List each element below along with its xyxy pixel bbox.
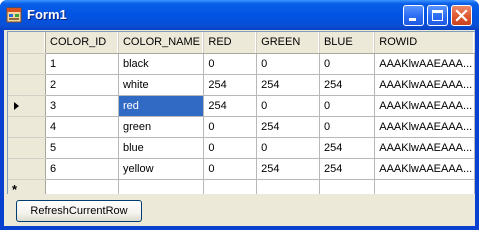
cell-rowid[interactable]: AAAKlwAAEAAA... bbox=[374, 158, 475, 180]
cell-red[interactable]: 0 bbox=[203, 53, 258, 75]
cell-color-name[interactable]: green bbox=[118, 116, 205, 138]
row-header-cell[interactable] bbox=[8, 137, 47, 159]
cell-red[interactable]: 254 bbox=[203, 95, 258, 117]
cell-green[interactable]: 0 bbox=[256, 95, 320, 117]
cell-rowid[interactable]: AAAKlwAAEAAA... bbox=[374, 53, 475, 75]
row-header-cell-new[interactable]: * bbox=[8, 179, 47, 194]
window-frame-bottom bbox=[0, 226, 479, 230]
title-bar[interactable]: Form1 bbox=[0, 0, 479, 30]
cell-color-id[interactable]: 6 bbox=[45, 158, 119, 180]
cell-color-name[interactable]: white bbox=[118, 74, 205, 96]
minimize-button[interactable] bbox=[403, 5, 424, 26]
cell-green[interactable]: 0 bbox=[256, 137, 320, 159]
cell-green[interactable]: 254 bbox=[256, 158, 320, 180]
cell-blue[interactable]: 0 bbox=[319, 116, 376, 138]
table-row[interactable]: 2 white 254 254 254 AAAKlwAAEAAA... bbox=[8, 74, 475, 96]
table-row[interactable]: 5 blue 0 0 254 AAAKlwAAEAAA... bbox=[8, 137, 475, 159]
maximize-icon bbox=[432, 10, 443, 21]
row-header-cell[interactable] bbox=[8, 53, 47, 75]
cell-new[interactable] bbox=[45, 179, 119, 194]
close-icon bbox=[455, 9, 468, 22]
data-grid-view[interactable]: COLOR_ID COLOR_NAME RED GREEN BLUE ROWID… bbox=[7, 31, 475, 194]
top-left-header-cell[interactable] bbox=[8, 32, 47, 54]
table-row[interactable]: 6 yellow 0 254 254 AAAKlwAAEAAA... bbox=[8, 158, 475, 180]
cell-green[interactable]: 254 bbox=[256, 116, 320, 138]
table-row-new[interactable]: * bbox=[8, 179, 475, 194]
window-title: Form1 bbox=[27, 7, 67, 22]
window-frame-right bbox=[475, 30, 479, 230]
table-row[interactable]: 1 black 0 0 0 AAAKlwAAEAAA... bbox=[8, 53, 475, 75]
cell-blue[interactable]: 254 bbox=[319, 74, 376, 96]
cell-new[interactable] bbox=[256, 179, 320, 194]
form-app-icon bbox=[6, 7, 22, 23]
cell-new[interactable] bbox=[118, 179, 205, 194]
row-header-cell[interactable] bbox=[8, 158, 47, 180]
cell-rowid[interactable]: AAAKlwAAEAAA... bbox=[374, 74, 475, 96]
cell-color-id[interactable]: 2 bbox=[45, 74, 119, 96]
new-row-star-icon: * bbox=[12, 182, 18, 194]
refresh-current-row-button[interactable]: RefreshCurrentRow bbox=[16, 200, 142, 222]
close-button[interactable] bbox=[451, 5, 472, 26]
cell-color-name[interactable]: blue bbox=[118, 137, 205, 159]
column-header-color-id[interactable]: COLOR_ID bbox=[45, 32, 119, 54]
cell-color-name[interactable]: black bbox=[118, 53, 205, 75]
cell-color-id[interactable]: 1 bbox=[45, 53, 119, 75]
cell-new[interactable] bbox=[374, 179, 475, 194]
cell-blue[interactable]: 254 bbox=[319, 137, 376, 159]
cell-red[interactable]: 0 bbox=[203, 137, 258, 159]
minimize-icon bbox=[409, 18, 416, 21]
column-header-red[interactable]: RED bbox=[203, 32, 258, 54]
cell-rowid[interactable]: AAAKlwAAEAAA... bbox=[374, 95, 475, 117]
cell-green[interactable]: 254 bbox=[256, 74, 320, 96]
grid-table: COLOR_ID COLOR_NAME RED GREEN BLUE ROWID… bbox=[8, 32, 475, 194]
cell-rowid[interactable]: AAAKlwAAEAAA... bbox=[374, 137, 475, 159]
cell-new[interactable] bbox=[319, 179, 376, 194]
cell-new[interactable] bbox=[203, 179, 258, 194]
cell-green[interactable]: 0 bbox=[256, 53, 320, 75]
column-header-green[interactable]: GREEN bbox=[256, 32, 320, 54]
form-client-area: COLOR_ID COLOR_NAME RED GREEN BLUE ROWID… bbox=[4, 30, 475, 226]
cell-color-id[interactable]: 4 bbox=[45, 116, 119, 138]
row-header-cell[interactable] bbox=[8, 116, 47, 138]
cell-color-name[interactable]: yellow bbox=[118, 158, 205, 180]
cell-rowid[interactable]: AAAKlwAAEAAA... bbox=[374, 116, 475, 138]
row-header-cell-current[interactable] bbox=[8, 95, 47, 117]
table-row[interactable]: 4 green 0 254 0 AAAKlwAAEAAA... bbox=[8, 116, 475, 138]
form-window: Form1 COLOR_ID COLOR_NAME RED GREEN BLUE… bbox=[0, 0, 479, 230]
column-header-row: COLOR_ID COLOR_NAME RED GREEN BLUE ROWID bbox=[8, 32, 475, 54]
column-header-color-name[interactable]: COLOR_NAME bbox=[118, 32, 205, 54]
cell-red[interactable]: 0 bbox=[203, 158, 258, 180]
column-header-blue[interactable]: BLUE bbox=[319, 32, 376, 54]
cell-blue[interactable]: 0 bbox=[319, 95, 376, 117]
maximize-button[interactable] bbox=[427, 5, 448, 26]
cell-color-id[interactable]: 5 bbox=[45, 137, 119, 159]
table-row-current[interactable]: 3 red 254 0 0 AAAKlwAAEAAA... bbox=[8, 95, 475, 117]
column-header-rowid[interactable]: ROWID bbox=[374, 32, 475, 54]
cell-blue[interactable]: 254 bbox=[319, 158, 376, 180]
cell-red[interactable]: 254 bbox=[203, 74, 258, 96]
current-row-arrow-icon bbox=[14, 101, 19, 110]
cell-color-name-selected[interactable]: red bbox=[118, 95, 205, 117]
cell-color-id[interactable]: 3 bbox=[45, 95, 119, 117]
cell-blue[interactable]: 0 bbox=[319, 53, 376, 75]
row-header-cell[interactable] bbox=[8, 74, 47, 96]
cell-red[interactable]: 0 bbox=[203, 116, 258, 138]
